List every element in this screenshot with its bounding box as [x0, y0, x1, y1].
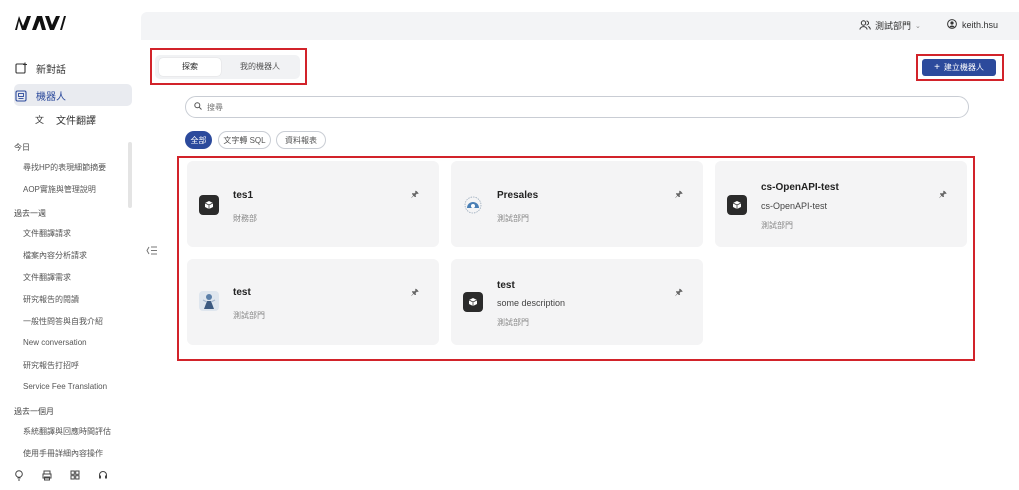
bot-name: test	[497, 280, 515, 291]
user-menu[interactable]: keith.hsu	[947, 19, 998, 31]
history-item[interactable]: 研究報告打招呼	[23, 360, 133, 371]
cube-icon	[463, 292, 483, 312]
bot-card[interactable]: cs-OpenAPI-test cs-OpenAPI-test 測試部門 🖈	[715, 161, 967, 247]
bot-org: 財務部	[233, 214, 257, 223]
new-chat-label: 新對話	[36, 65, 66, 76]
bot-org: 測試部門	[497, 214, 529, 223]
history-item[interactable]: Service Fee Translation	[23, 382, 133, 391]
translate-icon: 文	[34, 113, 48, 127]
headset-icon[interactable]	[98, 470, 108, 480]
cube-icon	[727, 195, 747, 215]
sidebar-scrollbar[interactable]	[128, 142, 132, 208]
bot-name: Presales	[497, 190, 539, 201]
history-item[interactable]: AOP實施與管理說明	[23, 184, 133, 195]
history-item[interactable]: 研究報告的閱讀	[23, 294, 133, 305]
tab-my-bots[interactable]: 我的機器人	[227, 58, 293, 76]
history-item[interactable]: 一般性問答與自我介紹	[23, 316, 133, 327]
history-item[interactable]: 系統翻譯與回應時間評估	[23, 426, 133, 437]
pin-icon[interactable]: 🖈	[939, 187, 947, 203]
create-bot-button[interactable]: + 建立機器人	[922, 59, 996, 76]
pin-icon[interactable]: 🖈	[675, 285, 683, 301]
pin-icon[interactable]: 🖈	[675, 187, 683, 203]
bot-card[interactable]: Presales 測試部門 🖈	[451, 161, 703, 247]
filter-data-report[interactable]: 資料報表	[276, 131, 326, 149]
bot-org: 測試部門	[761, 221, 793, 230]
bot-org: 測試部門	[233, 311, 265, 320]
top-bar: 測試部門 ⌄ keith.hsu	[141, 12, 1019, 40]
search-icon	[194, 102, 202, 112]
tab-explore[interactable]: 探索	[159, 58, 221, 76]
sidebar-bottom-toolbar	[14, 470, 108, 481]
section-past-month: 過去一個月	[14, 407, 54, 416]
filter-text-to-sql[interactable]: 文字轉 SQL	[218, 131, 271, 149]
bot-description: cs-OpenAPI-test	[761, 201, 828, 211]
users-icon	[859, 19, 871, 32]
filter-all[interactable]: 全部	[185, 131, 212, 149]
history-item[interactable]: 使用手冊詳細內容操作	[23, 448, 133, 459]
cube-icon	[199, 195, 219, 215]
sidebar-item-doc-translate[interactable]: 文 文件翻譯	[34, 112, 96, 128]
doc-translate-label: 文件翻譯	[56, 116, 96, 127]
sidebar-item-bots[interactable]: 機器人	[14, 88, 66, 103]
bot-org: 測試部門	[497, 318, 529, 327]
bot-tabs: 探索 我的機器人	[155, 55, 300, 79]
bot-name: tes1	[233, 190, 254, 201]
character-image	[199, 291, 219, 311]
section-today: 今日	[14, 143, 30, 152]
history-item[interactable]: 檔案內容分析請求	[23, 250, 133, 261]
lightbulb-icon[interactable]	[14, 470, 24, 481]
create-bot-label: 建立機器人	[943, 63, 984, 72]
search-bar[interactable]	[185, 96, 969, 118]
pin-icon[interactable]: 🖈	[411, 187, 419, 203]
new-chat-button[interactable]: 新對話	[14, 61, 66, 76]
chevron-down-icon: ⌄	[915, 22, 921, 30]
bot-name: cs-OpenAPI-test	[761, 182, 839, 193]
printer-icon[interactable]	[42, 470, 52, 481]
navi-logo[interactable]	[14, 14, 66, 32]
pin-icon[interactable]: 🖈	[411, 285, 419, 301]
sidebar-collapse-icon[interactable]	[146, 245, 158, 258]
section-past-week: 過去一週	[14, 209, 46, 218]
org-name: 測試部門	[875, 21, 912, 31]
history-item[interactable]: New conversation	[23, 338, 133, 347]
navi-logo-mark	[15, 16, 66, 30]
bot-description: some description	[497, 298, 566, 308]
history-item[interactable]: 文件翻譯需求	[23, 272, 133, 283]
user-name: keith.hsu	[962, 20, 999, 30]
presales-logo	[463, 195, 483, 215]
plus-icon: +	[934, 62, 940, 73]
bots-label: 機器人	[36, 92, 66, 103]
search-input[interactable]	[207, 102, 907, 112]
grid-icon[interactable]	[70, 470, 80, 480]
sidebar: 新對話 機器人 文 文件翻譯 今日 尋找HP的表現細節摘要 AOP實施與管理說明…	[0, 0, 141, 490]
new-chat-icon	[14, 62, 28, 76]
bot-card[interactable]: test some description 測試部門 🖈	[451, 259, 703, 345]
history-item[interactable]: 尋找HP的表現細節摘要	[23, 162, 133, 173]
bot-icon	[14, 89, 28, 103]
bot-name: test	[233, 287, 251, 298]
user-avatar-icon	[947, 19, 957, 31]
svg-text:文: 文	[35, 114, 44, 126]
history-item[interactable]: 文件翻譯請求	[23, 228, 133, 239]
bot-card[interactable]: test 測試部門 🖈	[187, 259, 439, 345]
bot-card[interactable]: tes1 財務部 🖈	[187, 161, 439, 247]
org-switcher[interactable]: 測試部門 ⌄	[859, 19, 921, 32]
